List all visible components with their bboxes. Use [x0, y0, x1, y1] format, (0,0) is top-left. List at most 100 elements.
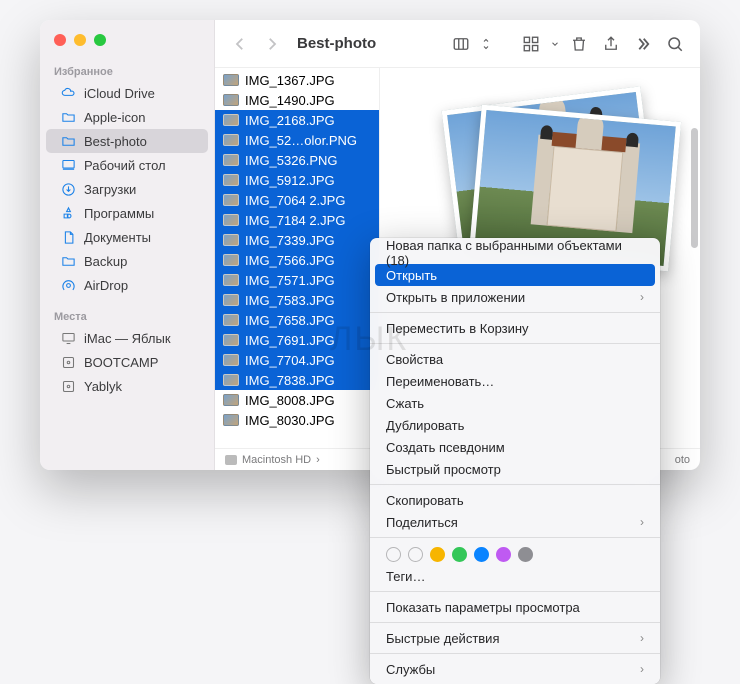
- sidebar-item[interactable]: Загрузки: [46, 177, 208, 201]
- tag-color[interactable]: [386, 547, 401, 562]
- file-row[interactable]: IMG_7658.JPG: [215, 310, 379, 330]
- forward-button[interactable]: [259, 31, 285, 57]
- path-chevron: ›: [316, 454, 320, 466]
- file-row[interactable]: IMG_1367.JPG: [215, 70, 379, 90]
- menu-item[interactable]: Быстрый просмотр: [370, 458, 660, 480]
- tag-color[interactable]: [496, 547, 511, 562]
- menu-item[interactable]: Теги…: [370, 565, 660, 587]
- menu-item[interactable]: Свойства: [370, 348, 660, 370]
- group-menu-chevron[interactable]: [550, 31, 560, 57]
- display-icon: [60, 330, 76, 346]
- file-row[interactable]: IMG_7838.JPG: [215, 370, 379, 390]
- file-thumb-icon: [223, 234, 239, 246]
- sidebar-item[interactable]: Backup: [46, 249, 208, 273]
- close-button[interactable]: [54, 34, 66, 46]
- window-controls: [40, 28, 214, 60]
- file-name: IMG_7704.JPG: [245, 353, 335, 368]
- scrollbar[interactable]: [691, 128, 698, 248]
- file-row[interactable]: IMG_5912.JPG: [215, 170, 379, 190]
- menu-item[interactable]: Показать параметры просмотра: [370, 596, 660, 618]
- file-list[interactable]: IMG_1367.JPGIMG_1490.JPG IMG_2168.JPG IMG_…: [215, 68, 380, 448]
- sidebar-item[interactable]: iCloud Drive: [46, 81, 208, 105]
- group-button[interactable]: [518, 31, 544, 57]
- tag-color[interactable]: [452, 547, 467, 562]
- tag-color[interactable]: [408, 547, 423, 562]
- menu-separator: [370, 343, 660, 344]
- menu-item[interactable]: Переместить в Корзину: [370, 317, 660, 339]
- sidebar-section-favorites: Избранное: [40, 60, 214, 81]
- file-row[interactable]: IMG_7583.JPG: [215, 290, 379, 310]
- file-row[interactable]: IMG_7691.JPG: [215, 330, 379, 350]
- menu-item-label: Свойства: [386, 352, 443, 367]
- sidebar-item[interactable]: iMac — Яблык: [46, 326, 208, 350]
- menu-item[interactable]: Быстрые действия›: [370, 627, 660, 649]
- sidebar-item[interactable]: BOOTCAMP: [46, 350, 208, 374]
- menu-item-label: Дублировать: [386, 418, 464, 433]
- path-tail: oto: [675, 454, 690, 466]
- file-row[interactable]: IMG_7566.JPG: [215, 250, 379, 270]
- search-button[interactable]: [662, 31, 688, 57]
- file-name: IMG_7571.JPG: [245, 273, 335, 288]
- file-row[interactable]: IMG_8008.JPG: [215, 390, 379, 410]
- sidebar-item[interactable]: Yablyk: [46, 374, 208, 398]
- trash-button[interactable]: [566, 31, 592, 57]
- menu-item[interactable]: Поделиться›: [370, 511, 660, 533]
- file-row[interactable]: IMG_2168.JPG: [215, 110, 379, 130]
- file-row[interactable]: IMG_7704.JPG: [215, 350, 379, 370]
- file-name: IMG_7691.JPG: [245, 333, 335, 348]
- file-row[interactable]: IMG_7571.JPG: [215, 270, 379, 290]
- sidebar-item[interactable]: Рабочий стол: [46, 153, 208, 177]
- menu-item[interactable]: Службы›: [370, 658, 660, 680]
- sidebar-item[interactable]: AirDrop: [46, 273, 208, 297]
- sidebar-item-label: BOOTCAMP: [84, 355, 158, 370]
- menu-item[interactable]: Открыть в приложении›: [370, 286, 660, 308]
- overflow-button[interactable]: [630, 31, 656, 57]
- desktop-icon: [60, 157, 76, 173]
- file-thumb-icon: [223, 254, 239, 266]
- view-columns-button[interactable]: [448, 31, 474, 57]
- file-thumb-icon: [223, 394, 239, 406]
- sidebar-item-label: Yablyk: [84, 379, 122, 394]
- file-thumb-icon: [223, 374, 239, 386]
- file-name: IMG_8008.JPG: [245, 393, 335, 408]
- file-row[interactable]: IMG_8030.JPG: [215, 410, 379, 430]
- menu-item[interactable]: Сжать: [370, 392, 660, 414]
- minimize-button[interactable]: [74, 34, 86, 46]
- doc-icon: [60, 229, 76, 245]
- share-button[interactable]: [598, 31, 624, 57]
- sidebar: Избранное iCloud Drive Apple-icon Best-pho…: [40, 20, 215, 470]
- file-row[interactable]: IMG_1490.JPG: [215, 90, 379, 110]
- tag-color[interactable]: [518, 547, 533, 562]
- sidebar-item[interactable]: Программы: [46, 201, 208, 225]
- file-name: IMG_2168.JPG: [245, 113, 335, 128]
- file-row[interactable]: IMG_5326.PNG: [215, 150, 379, 170]
- sidebar-item[interactable]: Документы: [46, 225, 208, 249]
- sidebar-item[interactable]: Best-photo: [46, 129, 208, 153]
- tag-color[interactable]: [474, 547, 489, 562]
- menu-item[interactable]: Переименовать…: [370, 370, 660, 392]
- file-row[interactable]: IMG_7184 2.JPG: [215, 210, 379, 230]
- menu-item-label: Быстрые действия: [386, 631, 499, 646]
- file-row[interactable]: IMG_52…olor.PNG: [215, 130, 379, 150]
- context-menu[interactable]: Новая папка с выбранными объектами (18) О…: [370, 238, 660, 684]
- menu-item[interactable]: Новая папка с выбранными объектами (18): [370, 242, 660, 264]
- file-row[interactable]: IMG_7339.JPG: [215, 230, 379, 250]
- back-button[interactable]: [227, 31, 253, 57]
- file-thumb-icon: [223, 414, 239, 426]
- file-thumb-icon: [223, 134, 239, 146]
- sidebar-item-label: Apple-icon: [84, 110, 145, 125]
- menu-item[interactable]: Скопировать: [370, 489, 660, 511]
- sidebar-item[interactable]: Apple-icon: [46, 105, 208, 129]
- sidebar-item-label: AirDrop: [84, 278, 128, 293]
- menu-item-label: Сжать: [386, 396, 424, 411]
- file-row[interactable]: IMG_7064 2.JPG: [215, 190, 379, 210]
- menu-item-label: Службы: [386, 662, 435, 677]
- menu-item[interactable]: Дублировать: [370, 414, 660, 436]
- sidebar-item-label: Программы: [84, 206, 154, 221]
- tag-color[interactable]: [430, 547, 445, 562]
- view-menu-chevron[interactable]: [480, 31, 492, 57]
- menu-item[interactable]: Создать псевдоним: [370, 436, 660, 458]
- sidebar-item-label: Рабочий стол: [84, 158, 166, 173]
- file-thumb-icon: [223, 154, 239, 166]
- zoom-button[interactable]: [94, 34, 106, 46]
